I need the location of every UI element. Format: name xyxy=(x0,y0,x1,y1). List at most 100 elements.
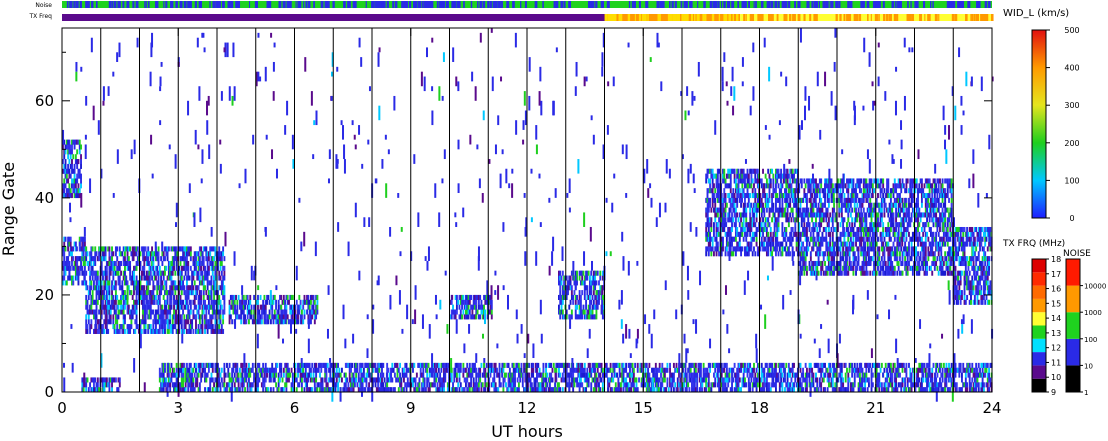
echo-cell xyxy=(222,328,225,334)
echo-cell xyxy=(180,324,183,330)
echo-cell xyxy=(776,246,779,252)
echo-cell xyxy=(857,207,860,213)
echo-cell xyxy=(957,251,960,257)
noise-strip-tick xyxy=(689,1,692,8)
echo-cell xyxy=(883,256,886,262)
txfreq-strip-tick xyxy=(843,14,845,21)
noise-strip-tick xyxy=(111,1,114,8)
echo-cell xyxy=(104,256,107,262)
echo-cell xyxy=(786,168,789,174)
noise-strip-tick xyxy=(638,1,641,8)
echo-cell xyxy=(849,236,852,242)
txfreq-strip-tick xyxy=(658,14,661,21)
echo-cell xyxy=(228,299,231,305)
echo-cell xyxy=(303,314,306,320)
echo-cell xyxy=(781,222,784,228)
echo-cell xyxy=(790,217,793,223)
echo-cell xyxy=(709,231,712,237)
echo-cell xyxy=(883,207,886,213)
echo-cell xyxy=(937,197,940,203)
txfreq-strip-tick xyxy=(736,14,739,21)
echo-cell xyxy=(77,159,80,165)
echo-cell xyxy=(851,217,854,223)
echo-cell xyxy=(570,309,573,315)
echo-cell xyxy=(710,251,713,257)
echo-cell xyxy=(164,328,166,334)
echo-cell xyxy=(713,183,715,189)
echo-cell xyxy=(583,309,586,315)
noise-strip-tick xyxy=(371,1,373,8)
echo-cell xyxy=(846,241,848,247)
echo-cell xyxy=(818,193,821,199)
echo-cell xyxy=(211,270,214,276)
echo-cell xyxy=(96,275,99,281)
echo-cell xyxy=(941,207,944,213)
echo-cell xyxy=(213,294,216,300)
echo-cell xyxy=(825,226,828,233)
txfreq-strip-tick xyxy=(771,14,774,21)
echo-cell xyxy=(87,294,90,300)
echo-cell xyxy=(295,299,298,305)
echo-cell xyxy=(807,217,810,223)
echo-cell xyxy=(710,226,713,233)
echo-cell xyxy=(114,299,117,305)
echo-cell xyxy=(573,290,576,296)
noise-strip-tick xyxy=(415,1,418,8)
echo-cell xyxy=(778,197,781,203)
echo-cell xyxy=(86,299,89,305)
echo-cell xyxy=(236,309,239,315)
echo-cell xyxy=(882,183,885,189)
echo-cell xyxy=(806,226,808,233)
echo-cell xyxy=(944,212,947,218)
echo-cell xyxy=(271,309,274,315)
echo-cell xyxy=(586,285,589,291)
echo-cell xyxy=(175,246,178,252)
echo-cell xyxy=(895,217,898,223)
txfreq-strip-tick xyxy=(859,14,862,21)
noise-strip-tick xyxy=(669,1,671,8)
noise-strip-tick xyxy=(212,1,214,8)
txfreq-strip-tick xyxy=(878,14,880,21)
echo-cell xyxy=(873,270,876,276)
echo-cell xyxy=(184,324,187,330)
noise-strip-tick xyxy=(568,1,572,8)
echo-cell xyxy=(483,304,485,310)
echo-cell xyxy=(582,270,585,276)
noise-strip-tick xyxy=(113,1,117,8)
echo-cell xyxy=(963,226,966,233)
echo-cell xyxy=(72,154,75,160)
txfreq-strip-tick xyxy=(786,14,788,21)
echo-cell xyxy=(754,173,757,179)
noise-strip-tick xyxy=(781,1,785,8)
echo-cell xyxy=(76,163,79,169)
echo-cell xyxy=(853,222,856,228)
noise-strip-tick xyxy=(825,1,827,8)
noise-strip-tick xyxy=(555,1,559,8)
echo-cell xyxy=(806,202,808,208)
echo-cell xyxy=(187,319,190,325)
echo-cell xyxy=(777,251,780,257)
echo-cell xyxy=(811,193,814,199)
echo-cell xyxy=(753,246,755,252)
echo-cell xyxy=(152,290,155,296)
echo-cell xyxy=(939,178,941,184)
echo-cell xyxy=(264,309,267,315)
echo-cell xyxy=(967,275,970,281)
echo-cell xyxy=(135,304,138,310)
echo-cell xyxy=(784,207,786,213)
noise-strip-tick xyxy=(512,1,515,8)
echo-cell xyxy=(852,193,855,199)
echo-cell xyxy=(846,256,848,262)
noise-strip-tick xyxy=(144,1,146,8)
echo-cell xyxy=(847,270,850,276)
noise-strip-tick xyxy=(520,1,522,8)
echo-cell xyxy=(846,222,848,228)
echo-cell xyxy=(124,265,126,271)
noise-strip-tick xyxy=(600,1,603,8)
echo-cell xyxy=(813,236,816,242)
txfreq-strip-tick xyxy=(934,14,938,21)
noise-strip-tick xyxy=(984,1,987,8)
echo-cell xyxy=(180,275,183,281)
echo-cell xyxy=(954,270,957,276)
echo-cell xyxy=(219,265,222,271)
